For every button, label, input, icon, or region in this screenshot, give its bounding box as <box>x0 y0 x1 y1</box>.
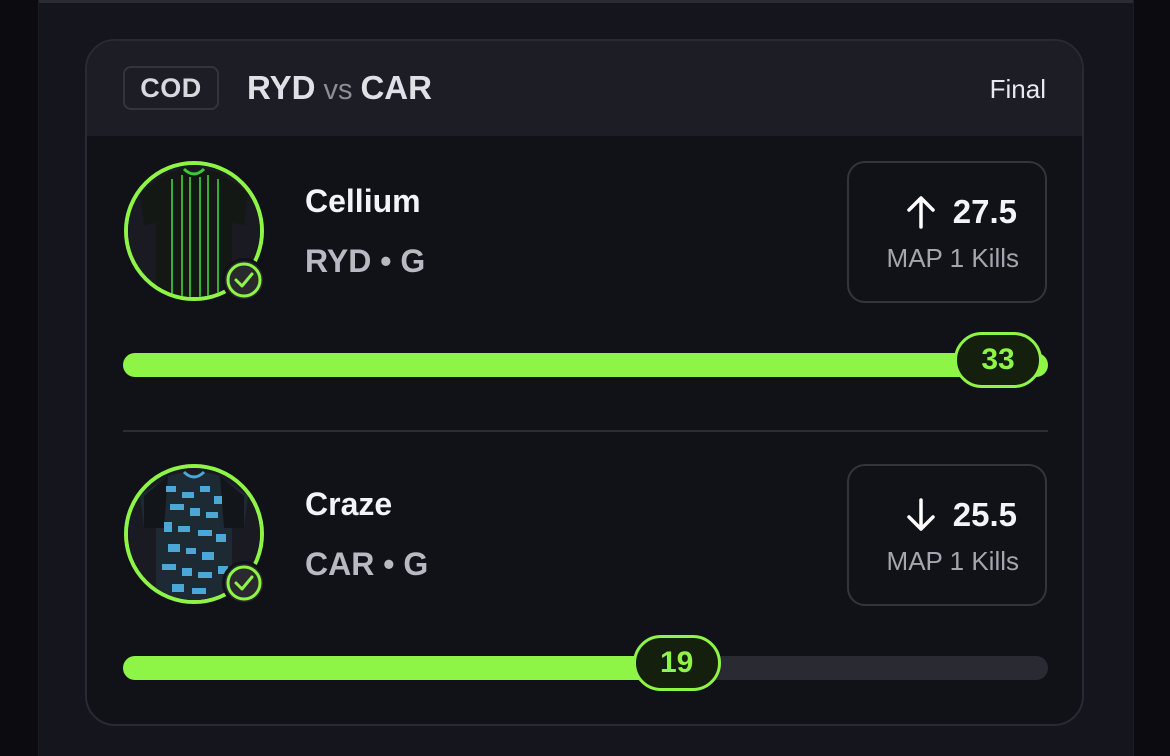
progress-fill <box>123 656 683 680</box>
projection-line: 25.5 <box>905 496 1017 534</box>
row-divider <box>123 430 1048 432</box>
page-background: COD RYD vs CAR Final Cellium RYD • G 27.… <box>38 0 1134 756</box>
player-name: Craze <box>305 486 393 522</box>
match-title: RYD vs CAR <box>247 69 432 107</box>
projection-box[interactable]: 25.5 MAP 1 Kills <box>847 464 1047 606</box>
projection-line: 27.5 <box>905 193 1017 231</box>
stat-label: MAP 1 Kills <box>886 243 1019 273</box>
player-team-position: CAR • G <box>305 546 429 582</box>
check-circle-icon <box>222 561 266 605</box>
league-badge: COD <box>123 66 219 110</box>
result-pill: 33 <box>954 332 1042 388</box>
line-value: 25.5 <box>952 496 1017 533</box>
player-row[interactable]: Cellium RYD • G 27.5 MAP 1 Kills 33 <box>87 161 1082 421</box>
arrow-up-icon <box>907 196 935 229</box>
vs-label: vs <box>323 74 353 106</box>
progress-track: 19 <box>123 635 1048 691</box>
projection-box[interactable]: 27.5 MAP 1 Kills <box>847 161 1047 303</box>
match-status: Final <box>989 74 1046 104</box>
check-circle-icon <box>222 258 266 302</box>
top-divider <box>39 0 1133 3</box>
line-value: 27.5 <box>952 193 1017 230</box>
player-team-position: RYD • G <box>305 243 426 279</box>
team-away: CAR <box>360 69 432 106</box>
player-row[interactable]: Craze CAR • G 25.5 MAP 1 Kills 19 <box>87 464 1082 724</box>
match-header: COD RYD vs CAR Final <box>87 41 1082 136</box>
result-pill: 19 <box>632 635 721 691</box>
team-home: RYD <box>247 69 316 106</box>
progress-track: 33 <box>123 332 1048 388</box>
progress-fill <box>123 353 1048 377</box>
player-name: Cellium <box>305 183 421 219</box>
arrow-down-icon <box>907 498 935 531</box>
stat-label: MAP 1 Kills <box>886 546 1019 576</box>
match-card[interactable]: COD RYD vs CAR Final Cellium RYD • G 27.… <box>85 39 1084 726</box>
